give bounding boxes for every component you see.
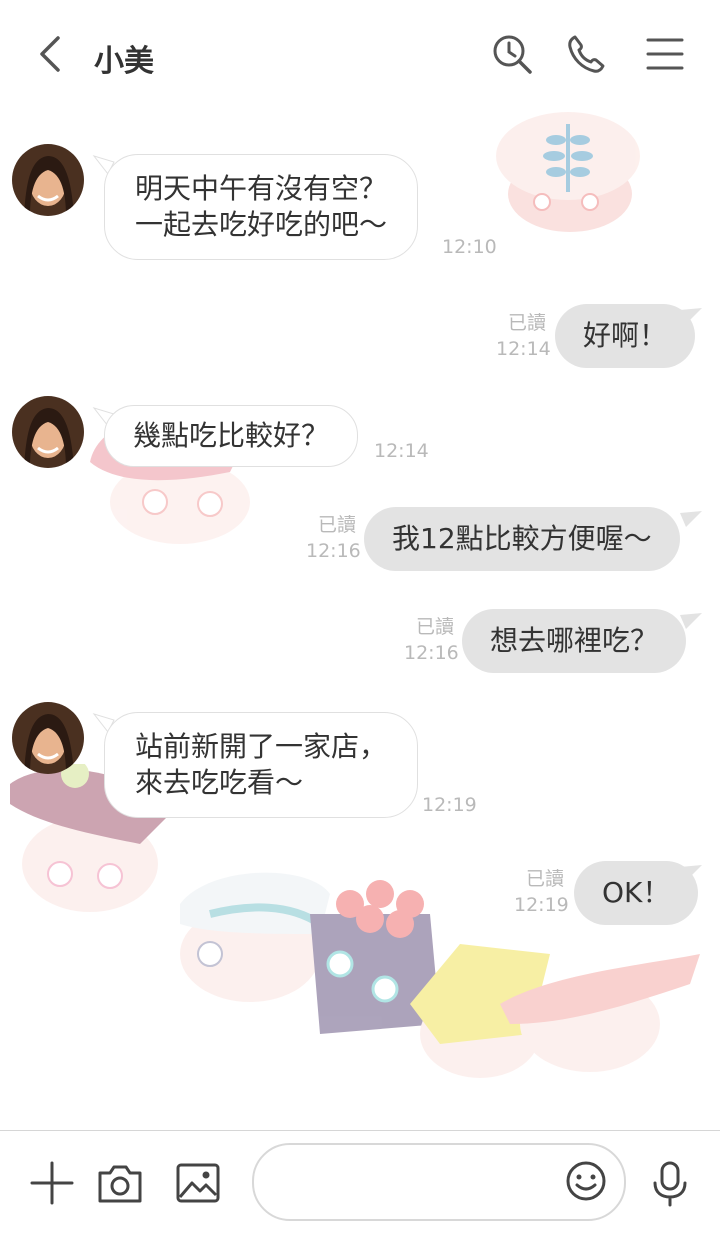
outgoing-message-bubble[interactable]: 我12點比較方便喔～: [364, 507, 680, 571]
message-time: 12:10: [442, 236, 497, 258]
image-icon[interactable]: [174, 1159, 222, 1207]
bubble-tail: [680, 613, 702, 629]
bubble-tail: [680, 308, 702, 324]
read-status: 已讀: [415, 616, 454, 638]
chat-header: 小美: [0, 0, 720, 108]
message-time: 12:16: [306, 540, 361, 562]
incoming-message-bubble[interactable]: 幾點吃比較好？: [104, 405, 359, 467]
message-input-container[interactable]: [252, 1143, 626, 1221]
outgoing-message-bubble[interactable]: 想去哪裡吃？: [462, 609, 687, 673]
contact-name: 小美: [94, 44, 154, 79]
message-meta: 已讀 12:16: [306, 512, 361, 564]
contact-avatar[interactable]: [12, 396, 84, 468]
menu-icon[interactable]: [644, 32, 688, 76]
read-status: 已讀: [507, 312, 546, 334]
phone-icon[interactable]: [564, 32, 608, 76]
camera-icon[interactable]: [96, 1159, 144, 1207]
bubble-tail: [680, 511, 702, 527]
contact-avatar[interactable]: [12, 702, 84, 774]
message-time: 12:14: [496, 338, 551, 360]
search-history-icon[interactable]: [490, 32, 534, 76]
message-input[interactable]: [278, 1165, 562, 1201]
composer-bar: [0, 1130, 720, 1233]
message-meta: 已讀 12:16: [404, 614, 459, 666]
message-time: 12:14: [374, 440, 429, 462]
message-meta: 已讀 12:19: [514, 866, 569, 918]
message-meta: 已讀 12:14: [496, 310, 551, 362]
message-time: 12:19: [422, 794, 477, 816]
message-time: 12:19: [514, 894, 569, 916]
incoming-message-bubble[interactable]: 站前新開了一家店， 來去吃吃看～: [104, 712, 419, 818]
plus-icon[interactable]: [28, 1159, 76, 1207]
message-time: 12:16: [404, 642, 459, 664]
bubble-tail: [680, 865, 702, 881]
contact-avatar[interactable]: [12, 144, 84, 216]
back-chevron-icon[interactable]: [30, 32, 74, 76]
sushi-decoration-top: [496, 112, 640, 232]
incoming-message-bubble[interactable]: 明天中午有沒有空？ 一起去吃好吃的吧～: [104, 154, 419, 260]
read-status: 已讀: [317, 514, 356, 536]
outgoing-message-bubble[interactable]: 好啊！: [555, 304, 696, 368]
emoji-icon[interactable]: [564, 1159, 608, 1203]
read-status: 已讀: [525, 868, 564, 890]
microphone-icon[interactable]: [646, 1159, 694, 1207]
